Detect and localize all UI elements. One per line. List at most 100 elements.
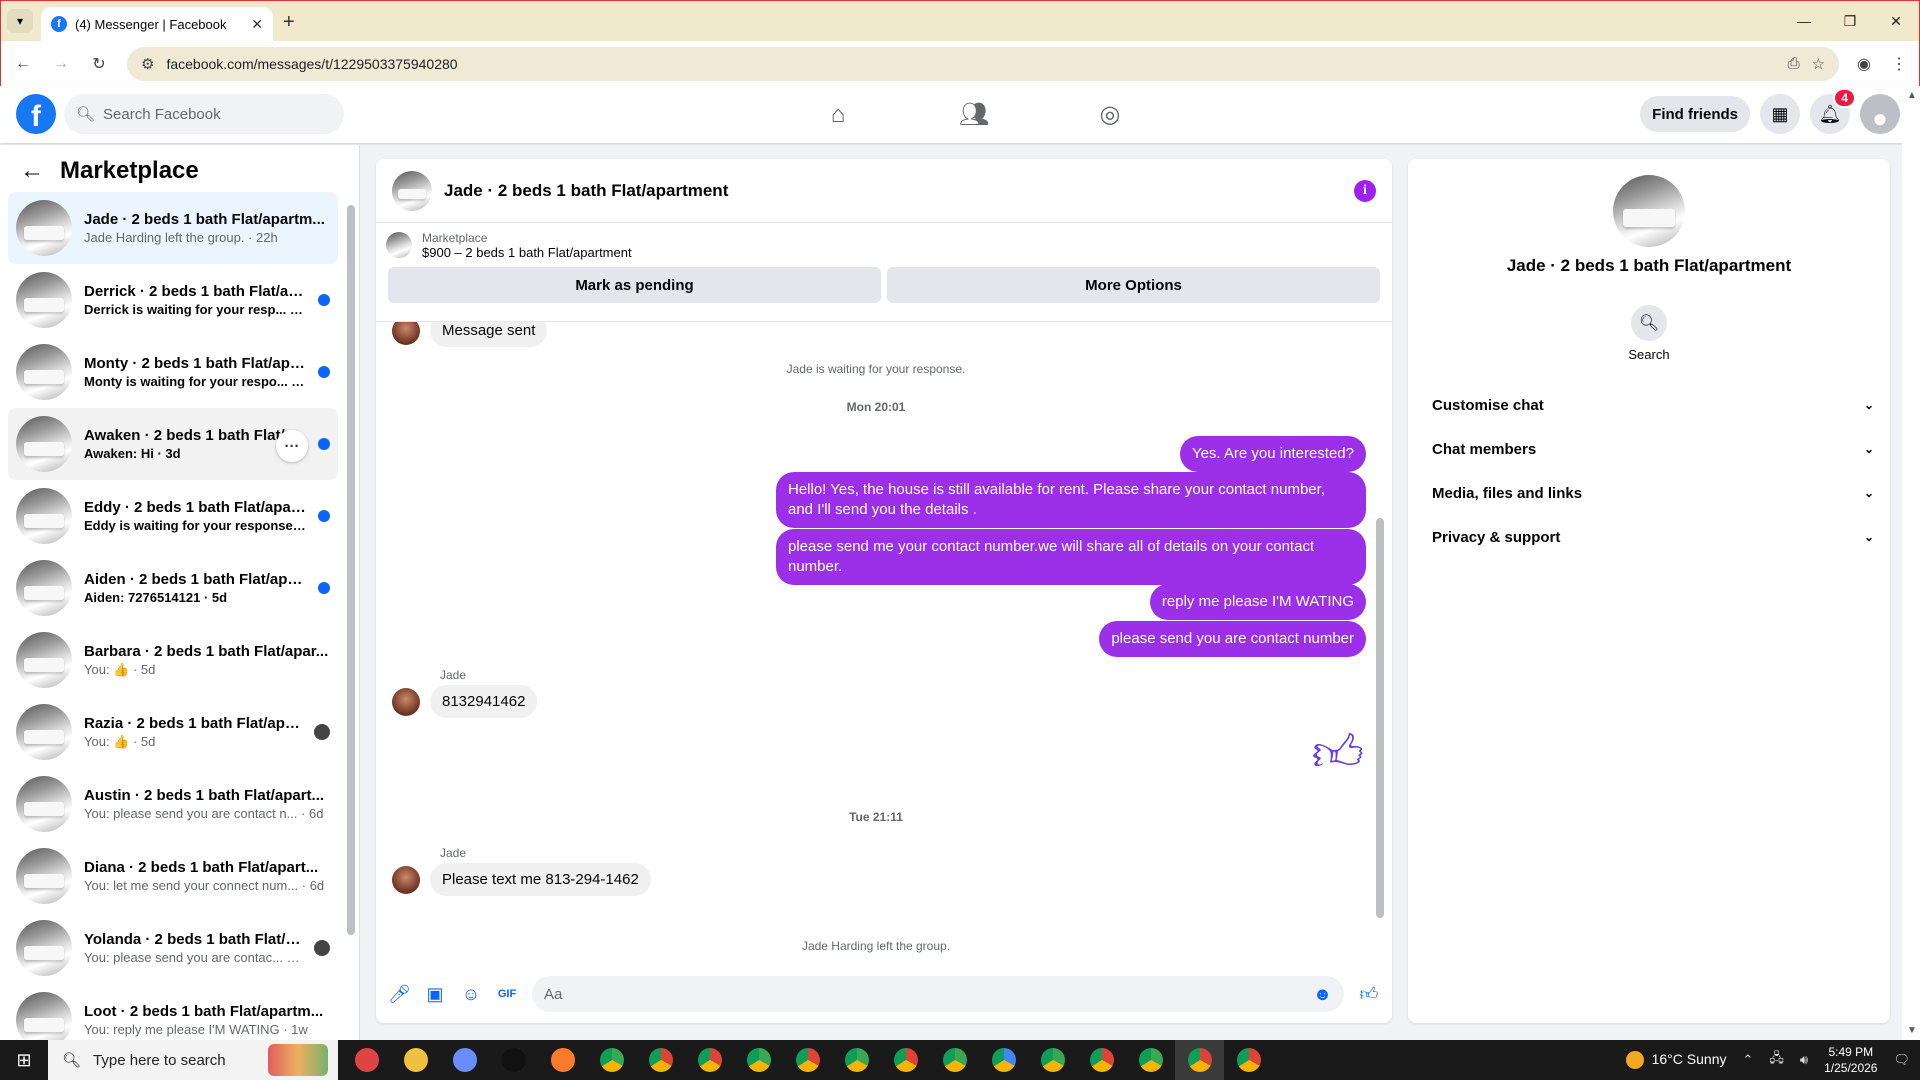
windows-start-icon[interactable]: ⊞ [0,1040,48,1080]
chrome-profile-icon[interactable] [881,1040,930,1080]
volume-icon[interactable]: 🔊︎ [1800,1052,1808,1068]
reload-icon[interactable]: ↻ [89,54,109,74]
chrome-profile-icon[interactable] [685,1040,734,1080]
conversation-item[interactable]: Jade · 2 beds 1 bath Flat/apartm... Jade … [8,192,338,264]
sidebar-scrollbar[interactable] [347,195,355,965]
tab-search-button[interactable]: ▾ [7,9,33,33]
conversation-item[interactable]: Eddy · 2 beds 1 bath Flat/apart... Eddy i… [8,480,338,552]
profile-icon[interactable]: ◉ [1857,54,1871,74]
chat-scrollbar[interactable] [1376,328,1384,958]
chat-title[interactable]: Jade · 2 beds 1 bath Flat/apartment [444,181,1342,201]
outgoing-message[interactable]: Yes. Are you interested? [1179,436,1366,472]
sticker-icon[interactable]: ☺ [460,984,482,1005]
chrome-profile-icon[interactable] [1224,1040,1273,1080]
account-avatar[interactable]: ● [1860,94,1900,134]
send-like-icon[interactable]: 👍︎ [1358,983,1380,1005]
attach-image-icon[interactable]: ▣ [424,984,446,1005]
chrome-profile-icon[interactable] [1175,1040,1224,1080]
privacy-support-row[interactable]: Privacy & support ⌄ [1424,515,1874,559]
sender-avatar[interactable] [392,865,420,894]
listing-avatar[interactable] [1613,175,1685,247]
conversation-item[interactable]: Yolanda · 2 beds 1 bath Flat/a... You: pl… [8,912,338,984]
chrome-profile-icon[interactable] [636,1040,685,1080]
url-text[interactable]: facebook.com/messages/t/1229503375940280 [166,56,1775,72]
close-tab-icon[interactable]: ✕ [251,16,263,33]
browser-tab[interactable]: f (4) Messenger | Facebook ✕ [41,7,273,41]
chrome-profile-icon[interactable] [783,1040,832,1080]
menu-grid-icon[interactable]: ▦ [1760,94,1800,134]
notification-center-icon[interactable]: 🗨︎ [1893,1052,1910,1068]
message-bubble[interactable]: Message sent [430,322,548,347]
incoming-message[interactable]: 8132941462 [430,685,538,718]
outgoing-message[interactable]: please send me your contact number.we wi… [776,529,1366,585]
notifications-bell-icon[interactable]: 🔔︎ 4 [1810,88,1856,134]
copilot-icon[interactable] [440,1040,489,1080]
conversation-item[interactable]: Barbara · 2 beds 1 bath Flat/apar... You:… [8,624,338,696]
bookmark-star-icon[interactable]: ☆ [1812,55,1825,73]
install-app-icon[interactable]: ⎙ [1788,55,1800,72]
browser-menu-icon[interactable]: ⋮ [1891,54,1907,74]
network-icon[interactable]: 🖧︎ [1769,1049,1784,1071]
tray-overflow-icon[interactable]: ⌃ [1742,1052,1753,1068]
message-input[interactable]: Aa ☻ [532,976,1344,1012]
back-icon[interactable]: ← [13,55,33,73]
chrome-profile-icon[interactable] [1126,1040,1175,1080]
chrome-profile-icon[interactable] [930,1040,979,1080]
sender-avatar[interactable] [392,687,420,716]
outgoing-message[interactable]: Hello! Yes, the house is still available… [776,472,1366,528]
more-options-icon[interactable]: ··· [276,430,308,462]
home-icon[interactable]: ⌂ [770,86,906,143]
gif-icon[interactable]: GIF [496,988,518,1000]
weather-widget[interactable]: 16°C Sunny [1625,1051,1726,1070]
chrome-profile-icon[interactable] [1028,1040,1077,1080]
clock[interactable]: 5:49 PM 1/25/2026 [1824,1044,1877,1076]
chrome-profile-icon[interactable] [979,1040,1028,1080]
conversation-item[interactable]: Aiden · 2 beds 1 bath Flat/apar... Aiden:… [8,552,338,624]
taskbar-search-input[interactable]: 🔍︎ Type here to search [48,1040,338,1080]
thumbs-up-sticker-icon[interactable]: 👍︎ [1312,724,1364,784]
outgoing-message[interactable]: reply me please I'M WATING [1149,584,1366,620]
conversation-item[interactable]: Razia · 2 beds 1 bath Flat/apar... You: 👍… [8,696,338,768]
marketplace-listing-bar[interactable]: Marketplace $900 – 2 beds 1 bath Flat/ap… [376,223,1392,267]
conversation-item[interactable]: Austin · 2 beds 1 bath Flat/apart... You:… [8,768,338,840]
chrome-profile-icon[interactable] [832,1040,881,1080]
more-options-button[interactable]: More Options [887,267,1380,303]
file-explorer-icon[interactable] [391,1040,440,1080]
app-mail-icon[interactable] [342,1040,391,1080]
microphone-icon[interactable]: 🎤︎ [388,984,411,1005]
conversation-item[interactable]: Monty · 2 beds 1 bath Flat/apa... Monty i… [8,336,338,408]
site-info-icon[interactable]: ⚙ [141,55,154,73]
page-scrollbar[interactable]: ▲ ▼ [1902,86,1920,1040]
facebook-search-input[interactable]: 🔍︎ Search Facebook [64,94,344,134]
find-friends-button[interactable]: Find friends [1640,96,1750,132]
search-icon[interactable]: 🔍︎ [1631,305,1667,341]
back-arrow-icon[interactable]: ← [20,157,44,185]
conversation-item[interactable]: Loot · 2 beds 1 bath Flat/apartm... You: … [8,984,338,1040]
customise-chat-row[interactable]: Customise chat ⌄ [1424,383,1874,427]
outgoing-message[interactable]: please send you are contact number [1099,621,1366,657]
omnibox[interactable]: ⚙ facebook.com/messages/t/12295033759402… [127,46,1840,81]
conversation-item[interactable]: Diana · 2 beds 1 bath Flat/apart... You: … [8,840,338,912]
close-window-button[interactable]: ✕ [1873,1,1919,41]
minimize-button[interactable]: — [1781,1,1827,41]
search-in-conversation[interactable]: 🔍︎ Search [1408,305,1890,362]
tiktok-icon[interactable] [489,1040,538,1080]
friends-icon[interactable]: 👥︎ [906,86,1042,143]
chrome-profile-icon[interactable] [587,1040,636,1080]
conversation-item[interactable]: Awaken · 2 beds 1 bath Flat/a... Awaken: … [8,408,338,480]
conversation-item[interactable]: Derrick · 2 beds 1 bath Flat/ap... Derric… [8,264,338,336]
media-files-links-row[interactable]: Media, files and links ⌄ [1424,471,1874,515]
restore-button[interactable]: ❐ [1827,1,1873,41]
new-tab-button[interactable]: + [283,11,295,34]
chrome-profile-icon[interactable] [1077,1040,1126,1080]
mark-as-pending-button[interactable]: Mark as pending [388,267,881,303]
emoji-icon[interactable]: ☻ [1313,984,1332,1005]
info-icon[interactable]: i [1354,179,1376,202]
firefox-icon[interactable] [538,1040,587,1080]
chat-avatar[interactable] [392,170,432,211]
chrome-profile-icon[interactable] [734,1040,783,1080]
chat-members-row[interactable]: Chat members ⌄ [1424,427,1874,471]
forward-icon[interactable]: → [51,55,71,73]
incoming-message[interactable]: Please text me 813-294-1462 [430,863,651,896]
groups-icon[interactable]: ◎ [1042,86,1178,143]
